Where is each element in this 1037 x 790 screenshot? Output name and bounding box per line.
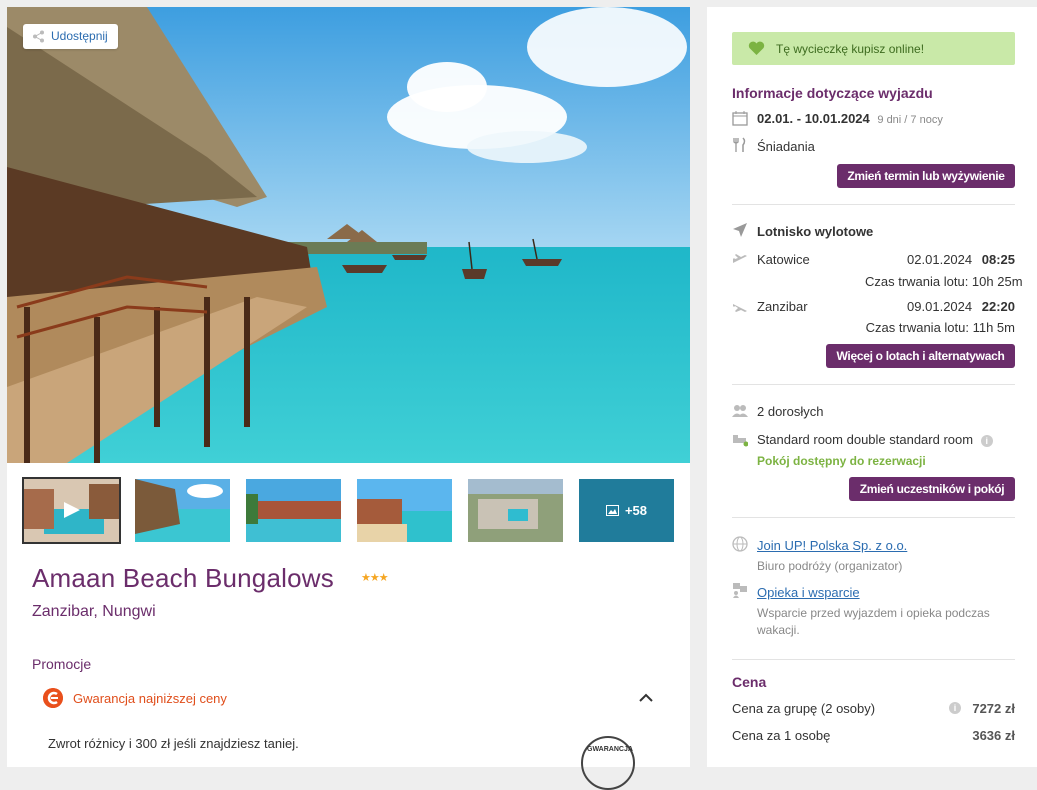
more-photos-count: +58 xyxy=(624,503,648,518)
room-name-row: Standard room double standard room i xyxy=(757,432,993,447)
booking-sidebar: Tę wycieczkę kupisz online! Informacje d… xyxy=(707,7,1037,767)
outbound-time: 08:25 xyxy=(981,252,1015,267)
trip-dates: 02.01. - 10.01.2024 xyxy=(757,111,870,126)
location-arrow-icon xyxy=(733,223,747,237)
person-price-value: 3636 zł xyxy=(972,728,1015,743)
beach-photo xyxy=(7,7,690,463)
thumbnail-4[interactable] xyxy=(357,479,452,542)
hotel-location: Zanzibar, Nungwi xyxy=(32,603,156,620)
return-duration: Czas trwania lotu: 11h 5m xyxy=(865,320,1015,335)
heart-icon xyxy=(748,41,765,55)
guests-count: 2 dorosłych xyxy=(757,404,824,419)
thumbnail-more[interactable]: +58 xyxy=(579,479,674,542)
promo-section-title: Promocje xyxy=(32,656,92,672)
share-button[interactable]: Udostępnij xyxy=(23,24,118,49)
plane-takeoff-icon xyxy=(733,254,747,263)
group-price-label: Cena za grupę (2 osoby) xyxy=(732,701,876,716)
cutlery-icon xyxy=(733,137,746,152)
guarantee-badge: GWARANCJA xyxy=(581,736,635,790)
return-time: 22:20 xyxy=(981,299,1015,314)
change-guests-room-button[interactable]: Zmień uczestników i pokój xyxy=(849,477,1015,501)
share-icon xyxy=(33,30,44,43)
board-type: Śniadania xyxy=(757,139,815,154)
bed-icon xyxy=(733,435,748,447)
room-availability: Pokój dostępny do rezerwacji xyxy=(757,454,926,468)
hero-photo[interactable]: Udostępnij xyxy=(7,7,690,463)
trip-dates-row: 02.01. - 10.01.2024 9 dni / 7 nocy xyxy=(757,111,943,126)
outbound-datetime: 02.01.2024 08:25 xyxy=(906,252,1015,267)
thumbnail-2[interactable] xyxy=(135,479,230,542)
organizer-link[interactable]: Join UP! Polska Sp. z o.o. xyxy=(757,538,907,553)
hotel-main-panel: Udostępnij +58 Amaan Beach Bungalows ★★★ xyxy=(7,7,690,790)
room-name: Standard room double standard room xyxy=(757,432,974,447)
care-description-line-2: wakacji. xyxy=(757,623,800,637)
thumbnail-image xyxy=(246,479,341,542)
gallery-thumbnails: +58 xyxy=(22,477,674,544)
support-icon xyxy=(733,583,747,598)
outbound-city: Katowice xyxy=(757,252,810,267)
calendar-icon xyxy=(732,111,748,126)
thumbnail-image xyxy=(135,479,230,542)
guarantee-description: Zwrot różnicy i 300 zł jeśli znajdziesz … xyxy=(48,736,299,751)
guarantee-logo-icon xyxy=(43,688,63,708)
divider xyxy=(732,659,1015,660)
person-price-label: Cena za 1 osobę xyxy=(732,728,831,743)
online-purchase-banner: Tę wycieczkę kupisz online! xyxy=(732,32,1015,65)
info-icon[interactable]: i xyxy=(980,435,993,447)
online-purchase-label: Tę wycieczkę kupisz online! xyxy=(776,42,925,56)
return-datetime: 09.01.2024 22:20 xyxy=(906,299,1015,314)
departure-airport-label: Lotnisko wylotowe xyxy=(757,224,874,239)
image-icon xyxy=(605,505,619,516)
price-section-title: Cena xyxy=(732,674,767,690)
thumbnail-3[interactable] xyxy=(246,479,341,542)
more-flights-button[interactable]: Więcej o lotach i alternatywach xyxy=(826,344,1015,368)
chevron-up-icon[interactable] xyxy=(639,693,653,703)
people-icon xyxy=(732,405,748,417)
care-description-line-1: Wsparcie przed wyjazdem i opieka podczas xyxy=(757,606,990,620)
guarantee-label: Gwarancja najniższej ceny xyxy=(73,691,227,706)
group-price-value: 7272 zł xyxy=(972,701,1015,716)
thumbnail-5[interactable] xyxy=(468,479,563,542)
divider xyxy=(732,204,1015,205)
divider xyxy=(732,517,1015,518)
trip-duration: 9 dni / 7 nocy xyxy=(877,114,943,126)
thumbnail-image xyxy=(357,479,452,542)
badge-text: GWARANCJA xyxy=(587,746,633,753)
hotel-name: Amaan Beach Bungalows xyxy=(32,563,334,593)
outbound-date: 02.01.2024 xyxy=(907,252,973,267)
hotel-stars: ★★★ xyxy=(361,572,389,584)
trip-info-title: Informacje dotyczące wyjazdu xyxy=(732,85,933,101)
return-date: 09.01.2024 xyxy=(907,299,973,314)
outbound-duration: Czas trwania lotu: 10h 25m xyxy=(865,274,1023,289)
globe-icon xyxy=(732,536,748,552)
organizer-role: Biuro podróży (organizator) xyxy=(757,559,903,573)
thumbnail-video[interactable] xyxy=(22,477,121,544)
care-support-link[interactable]: Opieka i wsparcie xyxy=(757,585,860,600)
play-icon xyxy=(64,502,80,518)
share-label: Udostępnij xyxy=(51,29,108,43)
change-date-board-button[interactable]: Zmień termin lub wyżywienie xyxy=(837,164,1015,188)
plane-landing-icon xyxy=(733,304,747,312)
return-city: Zanzibar xyxy=(757,299,808,314)
divider xyxy=(732,384,1015,385)
thumbnail-image xyxy=(468,479,563,542)
more-photos-overlay: +58 xyxy=(579,479,674,542)
